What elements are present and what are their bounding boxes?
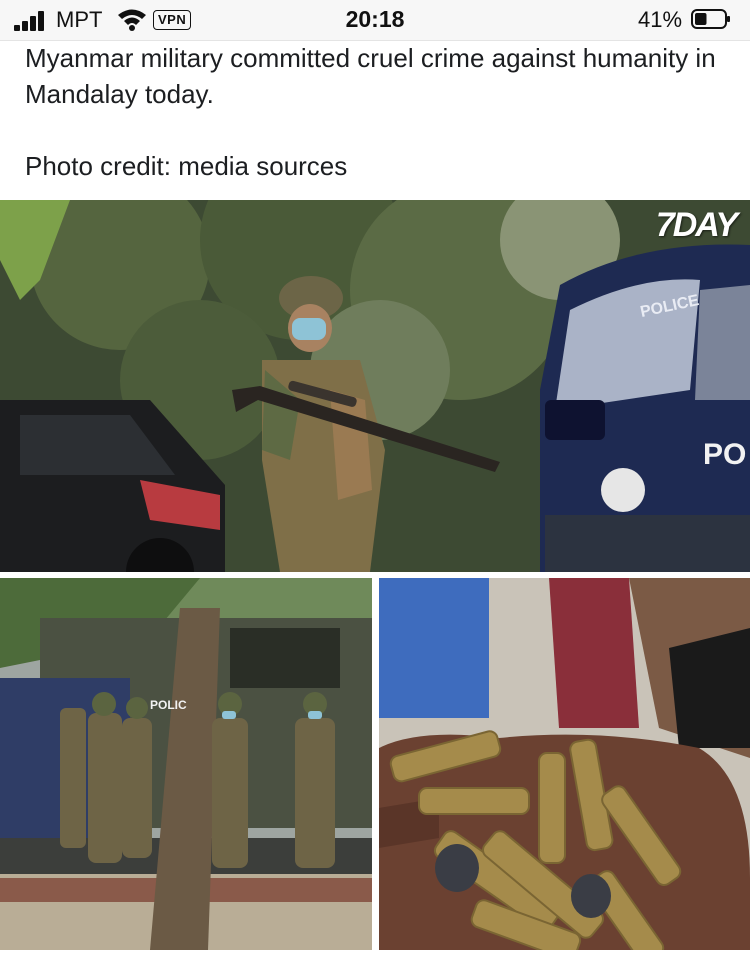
channel-watermark: 7DAY [655, 206, 738, 244]
photo-bullet-casings[interactable] [379, 578, 750, 950]
truck-door-label: PO [703, 438, 747, 471]
truck-side-label: POLIC [150, 698, 187, 712]
battery-icon [691, 9, 730, 29]
photo-soldiers-by-truck[interactable]: POLIC [0, 578, 372, 950]
battery-percent: 41% [638, 7, 683, 32]
post-message: Myanmar military committed cruel crime a… [25, 43, 716, 109]
status-bar: MPT VPN 20:18 41% [0, 0, 750, 41]
post-body: Myanmar military committed cruel crime a… [25, 40, 725, 184]
photo-credit: Photo credit: media sources [25, 151, 348, 181]
photo-soldier-with-rifle[interactable]: 7DAY POLICE PO [0, 200, 750, 572]
